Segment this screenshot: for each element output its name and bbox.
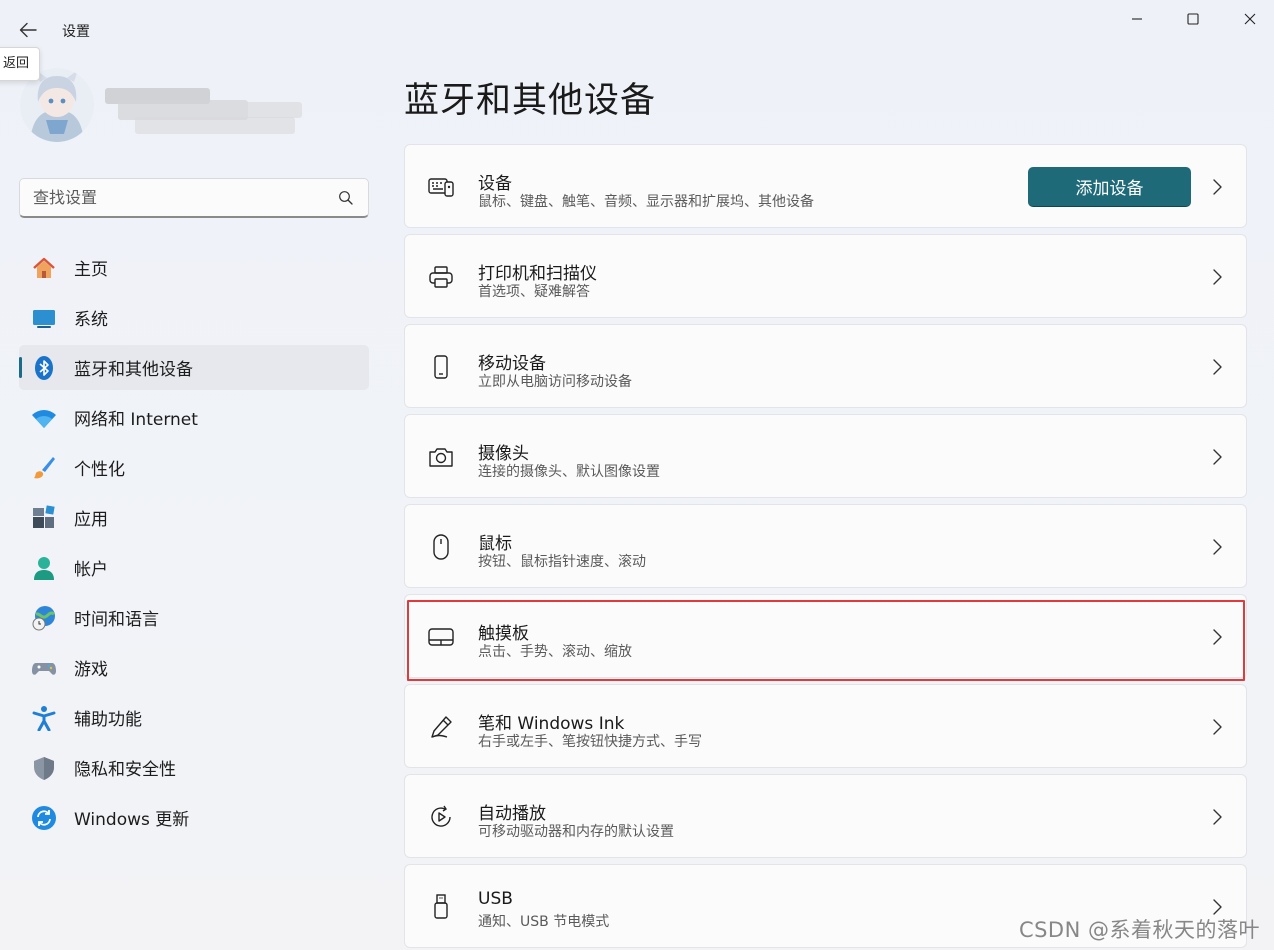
pen-icon (427, 713, 455, 741)
close-button[interactable] (1221, 0, 1274, 38)
card-subtitle: 通知、USB 节电模式 (478, 914, 610, 930)
search-box[interactable] (19, 178, 369, 218)
system-icon (31, 305, 57, 331)
printer-icon (427, 263, 455, 291)
sidebar-item-apps[interactable]: 应用 (19, 495, 369, 540)
accessibility-icon (31, 705, 57, 732)
usb-icon (427, 893, 455, 921)
sidebar-item-label: 隐私和安全性 (74, 760, 176, 780)
bluetooth-icon (31, 355, 57, 381)
maximize-button[interactable] (1164, 0, 1222, 38)
sidebar-item-label: 应用 (74, 510, 108, 530)
active-indicator (19, 357, 22, 378)
camera-icon (427, 443, 455, 471)
chevron-right-icon[interactable] (1210, 358, 1224, 376)
card-mobile[interactable]: 移动设备 立即从电脑访问移动设备 (404, 324, 1247, 408)
minimize-icon (1132, 18, 1142, 20)
minimize-button[interactable] (1108, 0, 1166, 38)
add-device-button[interactable]: 添加设备 (1028, 167, 1191, 207)
sidebar-item-label: 主页 (74, 260, 108, 280)
card-subtitle: 立即从电脑访问移动设备 (478, 374, 632, 390)
globe-clock-icon (31, 605, 57, 631)
card-subtitle: 连接的摄像头、默认图像设置 (478, 464, 660, 480)
gamepad-icon (31, 655, 57, 681)
card-subtitle: 点击、手势、滚动、缩放 (478, 644, 632, 660)
phone-icon (427, 353, 455, 381)
home-icon (31, 255, 57, 281)
card-pen[interactable]: 笔和 Windows Ink 右手或左手、笔按钮快捷方式、手写 (404, 684, 1247, 768)
card-autoplay[interactable]: 自动播放 可移动驱动器和内存的默认设置 (404, 774, 1247, 858)
chevron-right-icon[interactable] (1210, 448, 1224, 466)
card-mouse[interactable]: 鼠标 按钮、鼠标指针速度、滚动 (404, 504, 1247, 588)
card-camera[interactable]: 摄像头 连接的摄像头、默认图像设置 (404, 414, 1247, 498)
autoplay-icon (427, 803, 455, 831)
app-title: 设置 (62, 24, 90, 40)
sidebar-item-home[interactable]: 主页 (19, 245, 369, 290)
sidebar-item-system[interactable]: 系统 (19, 295, 369, 340)
watermark: CSDN @系着秋天的落叶 (1018, 918, 1260, 942)
card-title: USB (478, 889, 513, 909)
shield-icon (31, 755, 57, 781)
page-title: 蓝牙和其他设备 (404, 81, 657, 121)
sidebar-item-label: 网络和 Internet (74, 410, 198, 430)
sidebar-item-label: Windows 更新 (74, 810, 190, 830)
chevron-right-icon[interactable] (1210, 718, 1224, 736)
apps-icon (31, 505, 57, 531)
settings-window: 设置 返回 主页系统蓝牙和其他设备网络 (0, 0, 1274, 950)
sidebar-item-privacy[interactable]: 隐私和安全性 (19, 745, 369, 790)
sidebar-item-label: 辅助功能 (74, 710, 142, 730)
mouse-icon (427, 533, 455, 561)
sidebar-item-label: 蓝牙和其他设备 (74, 360, 193, 380)
account-icon (31, 555, 57, 581)
card-subtitle: 可移动驱动器和内存的默认设置 (478, 824, 674, 840)
back-button[interactable] (6, 8, 50, 52)
chevron-right-icon[interactable] (1210, 178, 1224, 196)
back-tooltip: 返回 (0, 47, 41, 81)
sidebar-item-windows-update[interactable]: Windows 更新 (19, 795, 369, 840)
maximize-icon (1187, 13, 1199, 25)
card-touchpad[interactable]: 触摸板 点击、手势、滚动、缩放 (404, 594, 1247, 678)
sidebar-item-bluetooth[interactable]: 蓝牙和其他设备 (19, 345, 369, 390)
sidebar-item-label: 游戏 (74, 660, 108, 680)
update-icon (31, 805, 57, 831)
chevron-right-icon[interactable] (1210, 538, 1224, 556)
sidebar-item-network[interactable]: 网络和 Internet (19, 395, 369, 440)
card-subtitle: 首选项、疑难解答 (478, 284, 590, 300)
wifi-icon (31, 405, 57, 431)
sidebar-item-personalization[interactable]: 个性化 (19, 445, 369, 490)
search-input[interactable] (33, 179, 333, 216)
sidebar-item-time-language[interactable]: 时间和语言 (19, 595, 369, 640)
sidebar-nav: 主页系统蓝牙和其他设备 网络和 Internet 个性化应用帐户时间和语言游戏辅助功… (19, 245, 369, 845)
card-subtitle: 鼠标、键盘、触笔、音频、显示器和扩展坞、其他设备 (478, 194, 814, 210)
sidebar-item-accessibility[interactable]: 辅助功能 (19, 695, 369, 740)
devices-icon (427, 173, 455, 201)
back-arrow-icon (19, 22, 37, 38)
card-printers[interactable]: 打印机和扫描仪 首选项、疑难解答 (404, 234, 1247, 318)
chevron-right-icon[interactable] (1210, 808, 1224, 826)
sidebar-item-label: 系统 (74, 310, 108, 330)
sidebar-item-label: 时间和语言 (74, 610, 159, 630)
title-bar: 设置 (0, 0, 1274, 60)
chevron-right-icon[interactable] (1210, 628, 1224, 646)
close-icon (1244, 13, 1256, 25)
card-subtitle: 按钮、鼠标指针速度、滚动 (478, 554, 646, 570)
sidebar-item-label: 帐户 (74, 560, 108, 580)
brush-icon (31, 455, 57, 481)
sidebar-item-label: 个性化 (74, 460, 125, 480)
sidebar-item-gaming[interactable]: 游戏 (19, 645, 369, 690)
touchpad-icon (427, 623, 455, 651)
sidebar-item-accounts[interactable]: 帐户 (19, 545, 369, 590)
chevron-right-icon[interactable] (1210, 268, 1224, 286)
search-icon[interactable] (338, 190, 354, 206)
card-devices[interactable]: 设备 鼠标、键盘、触笔、音频、显示器和扩展坞、其他设备 添加设备 (404, 144, 1247, 228)
card-subtitle: 右手或左手、笔按钮快捷方式、手写 (478, 734, 702, 750)
